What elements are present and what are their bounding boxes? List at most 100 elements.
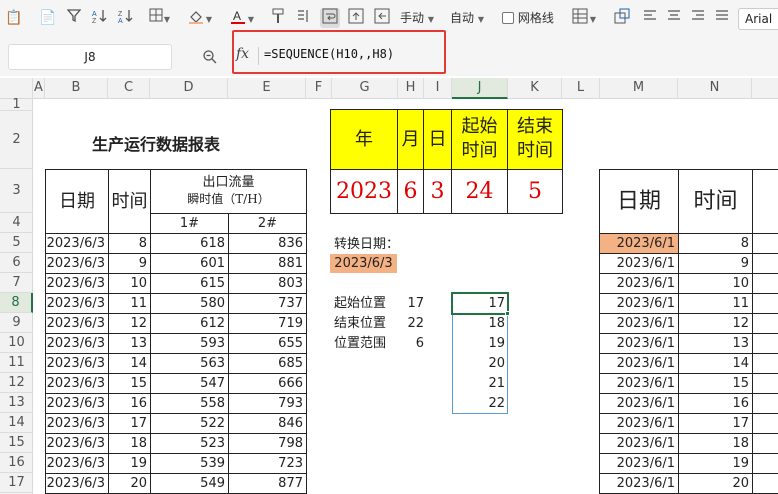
format-painter-icon[interactable] [268,8,288,28]
report-cell-time[interactable]: 14 [109,354,151,374]
row-header-17[interactable]: 17 [0,473,33,493]
right-cell-extra[interactable] [753,234,778,254]
report-cell-time[interactable]: 15 [109,374,151,394]
font-name-select[interactable]: Arial [738,8,778,30]
col-header-m[interactable]: M [600,78,678,99]
table-style-icon[interactable] [570,8,590,28]
data-icon[interactable] [294,8,314,28]
right-cell-extra[interactable] [753,434,778,454]
report-cell-v1[interactable]: 593 [151,334,229,354]
right-cell-time[interactable]: 15 [679,374,753,394]
right-cell-extra[interactable] [753,474,778,494]
right-cell-extra[interactable] [753,254,778,274]
right-cell-date[interactable]: 2023/6/1 [600,474,679,494]
row-header-13[interactable]: 13 [0,393,33,413]
right-cell-date[interactable]: 2023/6/1 [600,454,679,474]
right-extra-header[interactable] [753,170,778,234]
sequence-cell[interactable]: 22 [452,394,508,414]
report-cell-time[interactable]: 18 [109,434,151,454]
right-cell-date[interactable]: 2023/6/1 [600,314,679,334]
report-cell-v1[interactable]: 539 [151,454,229,474]
report-cell-date[interactable]: 2023/6/3 [46,334,109,354]
report-cell-v2[interactable]: 685 [229,354,307,374]
right-cell-time[interactable]: 10 [679,274,753,294]
borders-dropdown-icon[interactable]: ▼ [162,8,172,28]
col-header-g[interactable]: G [332,78,398,99]
report-cell-v2[interactable]: 737 [229,294,307,314]
sort-descending-icon[interactable]: ZA [116,8,136,28]
manual-calc-button[interactable]: 手动 ▼ [400,10,434,28]
zoom-icon[interactable] [202,49,218,65]
filter-icon[interactable] [64,8,84,28]
row-header-10[interactable]: 10 [0,333,33,353]
report-cell-v2[interactable]: 836 [229,234,307,254]
merge-cells-icon[interactable] [612,8,632,28]
col-header-i[interactable]: I [424,78,452,99]
report-cell-date[interactable]: 2023/6/3 [46,354,109,374]
right-cell-extra[interactable] [753,394,778,414]
param-end-time[interactable]: 5 [508,170,563,214]
report-cell-v1[interactable]: 522 [151,414,229,434]
report-cell-time[interactable]: 17 [109,414,151,434]
row-header-15[interactable]: 15 [0,433,33,453]
insert-row-icon[interactable] [346,8,366,28]
table-style-dropdown-icon[interactable]: ▼ [588,8,598,28]
right-cell-date[interactable]: 2023/6/1 [600,394,679,414]
align-right-icon[interactable] [688,8,708,28]
col-header-k[interactable]: K [508,78,562,99]
row-header-3[interactable]: 3 [0,169,33,213]
right-time-header[interactable]: 时间 [679,170,753,234]
right-cell-date[interactable]: 2023/6/1 [600,274,679,294]
report-cell-date[interactable]: 2023/6/3 [46,294,109,314]
right-cell-date[interactable]: 2023/6/1 [600,374,679,394]
range-value[interactable]: 6 [398,334,424,354]
report-cell-v1[interactable]: 601 [151,254,229,274]
row-header-8[interactable]: 8 [0,293,33,313]
report-cell-v2[interactable]: 666 [229,374,307,394]
right-date-header[interactable]: 日期 [600,170,679,234]
report-cell-time[interactable]: 12 [109,314,151,334]
param-start-time[interactable]: 24 [452,170,508,214]
right-cell-time[interactable]: 13 [679,334,753,354]
col-header-b[interactable]: B [45,78,108,99]
report-cell-v2[interactable]: 798 [229,434,307,454]
paste-special-icon[interactable]: 📄 [38,8,58,28]
report-cell-v2[interactable]: 846 [229,414,307,434]
param-header-start-time[interactable]: 起始 时间 [452,110,508,170]
right-cell-date[interactable]: 2023/6/1 [600,234,679,254]
sub-header-1[interactable]: 1# [151,214,229,234]
right-cell-date[interactable]: 2023/6/1 [600,414,679,434]
report-cell-date[interactable]: 2023/6/3 [46,394,109,414]
right-cell-time[interactable]: 17 [679,414,753,434]
report-cell-date[interactable]: 2023/6/3 [46,254,109,274]
sort-ascending-icon[interactable]: AZ [90,8,110,28]
report-cell-time[interactable]: 8 [109,234,151,254]
report-cell-v1[interactable]: 523 [151,434,229,454]
font-color-dropdown-icon[interactable]: ▼ [246,8,256,28]
justify-icon[interactable] [712,8,732,28]
report-cell-v2[interactable]: 719 [229,314,307,334]
report-cell-v1[interactable]: 558 [151,394,229,414]
report-cell-v1[interactable]: 612 [151,314,229,334]
report-cell-time[interactable]: 16 [109,394,151,414]
sequence-cell[interactable]: 21 [452,374,508,394]
row-header-11[interactable]: 11 [0,353,33,373]
col-header-d[interactable]: D [150,78,228,99]
param-year[interactable]: 2023 [331,170,398,214]
fill-color-icon[interactable] [186,8,206,28]
right-cell-time[interactable]: 14 [679,354,753,374]
right-cell-extra[interactable] [753,274,778,294]
right-cell-date[interactable]: 2023/6/1 [600,354,679,374]
report-cell-date[interactable]: 2023/6/3 [46,314,109,334]
sequence-cell[interactable]: 18 [452,314,508,334]
insert-column-icon[interactable] [372,8,392,28]
right-cell-extra[interactable] [753,374,778,394]
right-cell-date[interactable]: 2023/6/1 [600,294,679,314]
right-cell-extra[interactable] [753,294,778,314]
name-box[interactable]: J8 [8,44,172,70]
report-cell-v1[interactable]: 618 [151,234,229,254]
report-cell-date[interactable]: 2023/6/3 [46,374,109,394]
report-cell-time[interactable]: 20 [109,474,151,494]
sequence-cell[interactable]: 19 [452,334,508,354]
row-header-4[interactable]: 4 [0,213,33,233]
